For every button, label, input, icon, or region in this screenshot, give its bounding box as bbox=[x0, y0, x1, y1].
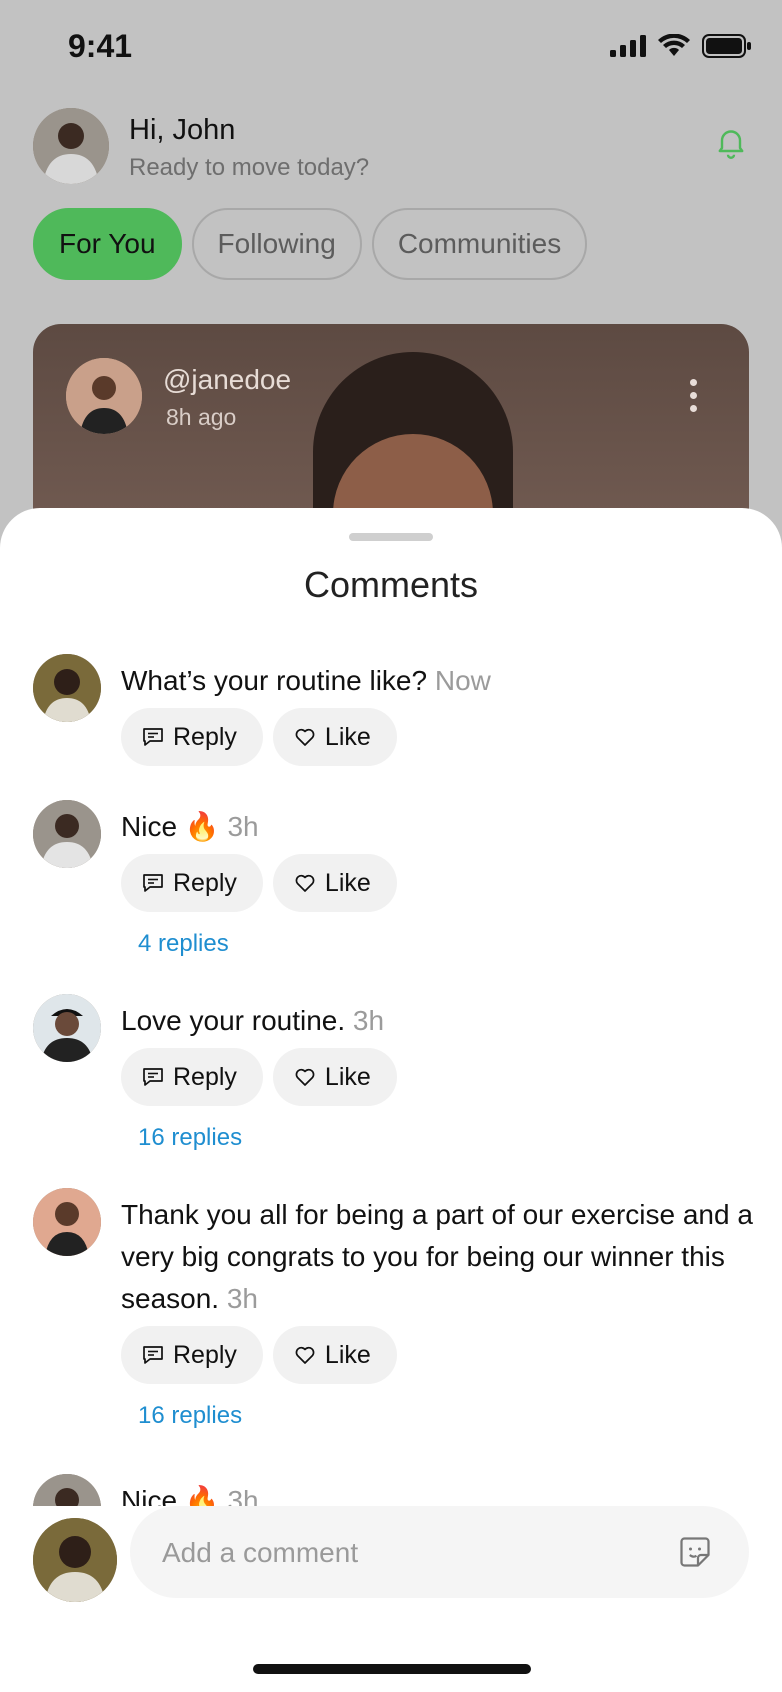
reply-button[interactable]: Reply bbox=[121, 708, 263, 766]
view-replies-link[interactable]: 16 replies bbox=[138, 1402, 242, 1430]
tab-communities[interactable]: Communities bbox=[371, 208, 588, 280]
comments-list[interactable]: What’s your routine like? Now Reply Like… bbox=[0, 654, 782, 1510]
greeting-subtitle: Ready to move today? bbox=[129, 154, 370, 181]
reply-icon bbox=[143, 874, 163, 892]
like-button[interactable]: Like bbox=[272, 854, 397, 912]
reply-button[interactable]: Reply bbox=[121, 854, 263, 912]
tab-following[interactable]: Following bbox=[191, 208, 362, 280]
status-bar: 9:41 bbox=[0, 0, 782, 96]
view-replies-link[interactable]: 16 replies bbox=[138, 1124, 242, 1152]
like-button[interactable]: Like bbox=[272, 708, 397, 766]
heart-icon bbox=[295, 1068, 315, 1086]
status-icons bbox=[610, 34, 752, 58]
comment-body: Thank you all for being a part of our ex… bbox=[121, 1199, 753, 1314]
sheet-drag-handle[interactable] bbox=[349, 533, 433, 541]
comment-avatar[interactable] bbox=[33, 994, 101, 1062]
comment-text: Nice 🔥 3h bbox=[121, 806, 761, 848]
more-options-icon[interactable] bbox=[690, 379, 697, 412]
comment-time: 3h bbox=[226, 1283, 259, 1314]
comments-sheet: Comments What’s your routine like? Now R… bbox=[0, 508, 782, 1692]
comment-avatar[interactable] bbox=[33, 800, 101, 868]
reply-label: Reply bbox=[173, 868, 237, 897]
comment-avatar[interactable] bbox=[33, 1474, 101, 1510]
comment-time: 3h bbox=[352, 1005, 385, 1036]
reply-button[interactable]: Reply bbox=[121, 1048, 263, 1106]
comment-input-box bbox=[130, 1506, 749, 1600]
like-label: Like bbox=[324, 1340, 371, 1369]
status-time: 9:41 bbox=[68, 28, 133, 64]
post-timestamp: 8h ago bbox=[166, 404, 237, 430]
post-author-handle[interactable]: @janedoe bbox=[163, 364, 291, 396]
comment-body: Love your routine. bbox=[121, 1005, 346, 1036]
home-indicator bbox=[253, 1664, 531, 1674]
comment-text: What’s your routine like? Now bbox=[121, 660, 761, 702]
battery-icon bbox=[702, 34, 751, 58]
comment-input[interactable] bbox=[160, 1506, 644, 1600]
sheet-title: Comments bbox=[303, 564, 479, 605]
view-replies-link[interactable]: 4 replies bbox=[138, 930, 229, 958]
reply-label: Reply bbox=[173, 722, 237, 751]
post-author-avatar[interactable] bbox=[66, 358, 142, 434]
comment-composer bbox=[0, 1506, 782, 1626]
wifi-icon bbox=[658, 34, 690, 56]
like-label: Like bbox=[324, 1062, 371, 1091]
like-label: Like bbox=[324, 722, 371, 751]
like-label: Like bbox=[324, 868, 371, 897]
sticker-icon[interactable] bbox=[677, 1534, 713, 1570]
like-button[interactable]: Like bbox=[272, 1048, 397, 1106]
comment-body: Nice 🔥 bbox=[121, 811, 220, 842]
greeting: Hi, John bbox=[129, 114, 236, 146]
like-button[interactable]: Like bbox=[272, 1326, 397, 1384]
heart-icon bbox=[295, 1346, 315, 1364]
comment-avatar[interactable] bbox=[33, 1188, 101, 1256]
heart-icon bbox=[295, 728, 315, 746]
comment-time: 3h bbox=[227, 811, 259, 842]
comment-time: Now bbox=[434, 665, 491, 696]
reply-label: Reply bbox=[173, 1340, 237, 1369]
signal-icon bbox=[610, 35, 646, 57]
reply-icon bbox=[143, 1346, 163, 1364]
comment-body: What’s your routine like? bbox=[121, 665, 428, 696]
comment-actions: Reply Like bbox=[121, 1048, 397, 1106]
bell-icon[interactable] bbox=[713, 124, 749, 160]
comment-actions: Reply Like bbox=[121, 708, 397, 766]
heart-icon bbox=[295, 874, 315, 892]
reply-icon bbox=[143, 1068, 163, 1086]
comment-actions: Reply Like bbox=[121, 854, 397, 912]
home-header: Hi, John Ready to move today? bbox=[33, 108, 749, 188]
comment-text: Thank you all for being a part of our ex… bbox=[121, 1194, 761, 1320]
current-user-avatar bbox=[33, 1518, 117, 1602]
comment-text: Love your routine. 3h bbox=[121, 1000, 761, 1042]
feed-tabs: For You Following Communities bbox=[33, 208, 588, 280]
reply-button[interactable]: Reply bbox=[121, 1326, 263, 1384]
user-avatar[interactable] bbox=[33, 108, 109, 184]
reply-icon bbox=[143, 728, 163, 746]
reply-label: Reply bbox=[173, 1062, 237, 1091]
comment-avatar[interactable] bbox=[33, 654, 101, 722]
tab-for-you[interactable]: For You bbox=[33, 208, 182, 280]
comment-actions: Reply Like bbox=[121, 1326, 397, 1384]
